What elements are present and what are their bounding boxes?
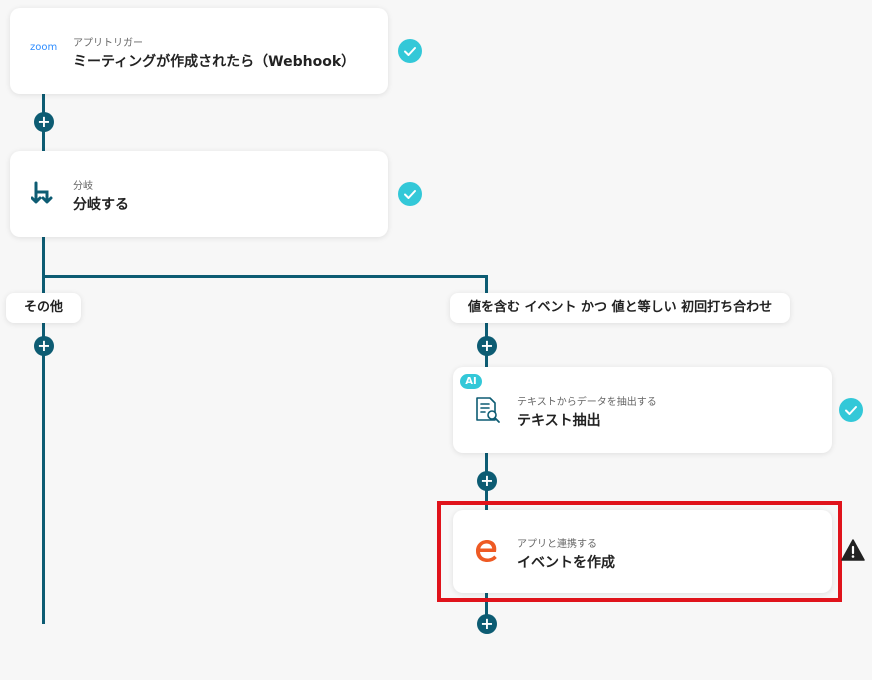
trigger-step-title: ミーティングが作成されたら（Webhook） [73,54,356,70]
warning-icon [841,539,865,565]
ai-badge: AI [460,374,482,389]
document-search-icon [473,396,501,428]
trigger-step-subtitle: アプリトリガー [73,38,143,49]
zoom-logo-icon: zoom [30,42,58,53]
check-icon [398,182,422,206]
branch-step-card[interactable]: 分岐 分岐する [10,151,388,237]
eventbrite-logo-icon [474,536,500,568]
branch-icon [30,181,57,211]
branch-label-other[interactable]: その他 [6,293,82,323]
add-step-button[interactable]: + [477,471,497,491]
add-step-button[interactable]: + [477,614,497,634]
check-icon [398,39,422,63]
add-step-button-right-branch[interactable]: + [477,336,497,356]
event-step-card[interactable]: アプリと連携する イベントを作成 [453,510,832,593]
event-step-title: イベントを作成 [517,555,615,571]
add-step-button[interactable]: + [34,112,54,132]
event-step-subtitle: アプリと連携する [517,539,597,550]
add-step-button-left-branch[interactable]: + [34,336,54,356]
extract-step-card[interactable]: AI テキストからデータを抽出する テキスト抽出 [453,367,832,453]
extract-step-title: テキスト抽出 [517,413,601,429]
check-icon [839,398,863,422]
trigger-step-card[interactable]: zoom アプリトリガー ミーティングが作成されたら（Webhook） [10,8,388,94]
extract-step-subtitle: テキストからデータを抽出する [517,397,657,408]
branch-step-title: 分岐する [73,197,129,213]
branch-label-condition[interactable]: 値を含む イベント かつ 値と等しい 初回打ち合わせ [450,293,791,323]
connector-line-branch-horizontal [42,275,488,278]
branch-step-subtitle: 分岐 [73,181,93,192]
